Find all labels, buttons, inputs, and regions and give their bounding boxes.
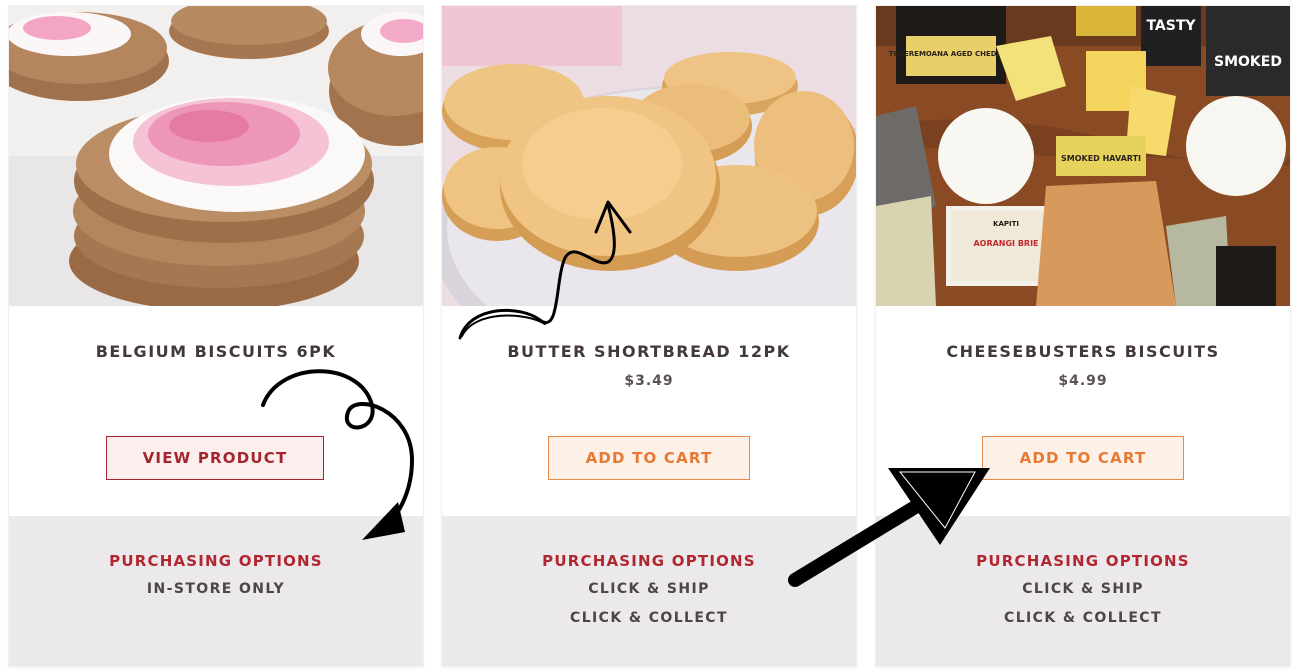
purchasing-options-heading: PURCHASING OPTIONS — [976, 552, 1190, 570]
image-label-box-2: SMOKED — [1214, 54, 1282, 70]
product-card-belgium-biscuits: BELGIUM BISCUITS 6PK VIEW PRODUCT PURCHA… — [9, 6, 423, 666]
purchasing-option-click-ship: CLICK & SHIP — [1022, 581, 1144, 597]
purchasing-option-click-collect: CLICK & COLLECT — [570, 610, 728, 626]
image-label-cheese-3: AORANGI BRIE — [973, 239, 1038, 248]
product-card-butter-shortbread: BUTTER SHORTBREAD 12PK $3.49 ADD TO CART… — [442, 6, 856, 666]
purchasing-options-heading: PURCHASING OPTIONS — [109, 552, 323, 570]
image-label-box-1: TASTY — [1146, 18, 1196, 34]
product-price: $4.99 — [1058, 373, 1108, 389]
product-title[interactable]: BUTTER SHORTBREAD 12PK — [442, 342, 856, 361]
product-image-cheesebusters[interactable]: TUTEREMOANA AGED CHEDDAR TASTY SMOKED SM… — [876, 6, 1290, 306]
purchasing-option-click-ship: CLICK & SHIP — [588, 581, 710, 597]
image-label-cheese-2: SMOKED HAVARTI — [1061, 154, 1141, 163]
product-title[interactable]: CHEESEBUSTERS BISCUITS — [876, 342, 1290, 361]
add-to-cart-button[interactable]: ADD TO CART — [982, 436, 1184, 480]
product-image-butter-shortbread[interactable] — [442, 6, 856, 306]
product-image-belgium-biscuits[interactable] — [9, 6, 423, 306]
purchasing-option-in-store: IN-STORE ONLY — [146, 581, 286, 597]
product-title[interactable]: BELGIUM BISCUITS 6PK — [9, 342, 423, 361]
purchasing-options-panel: PURCHASING OPTIONS CLICK & SHIP CLICK & … — [442, 516, 856, 666]
view-product-button[interactable]: VIEW PRODUCT — [106, 436, 324, 480]
product-grid: BELGIUM BISCUITS 6PK VIEW PRODUCT PURCHA… — [0, 0, 1300, 672]
image-label-brand: KAPITI — [993, 220, 1019, 228]
purchasing-option-click-collect: CLICK & COLLECT — [1004, 610, 1162, 626]
image-label-cheese-1: TUTEREMOANA AGED CHEDDAR — [889, 50, 1014, 58]
purchasing-options-panel: PURCHASING OPTIONS IN-STORE ONLY — [9, 516, 423, 666]
product-price: $3.49 — [624, 373, 674, 389]
purchasing-options-heading: PURCHASING OPTIONS — [542, 552, 756, 570]
purchasing-options-panel: PURCHASING OPTIONS CLICK & SHIP CLICK & … — [876, 516, 1290, 666]
add-to-cart-button[interactable]: ADD TO CART — [548, 436, 750, 480]
product-card-cheesebusters: TUTEREMOANA AGED CHEDDAR TASTY SMOKED SM… — [876, 6, 1290, 666]
